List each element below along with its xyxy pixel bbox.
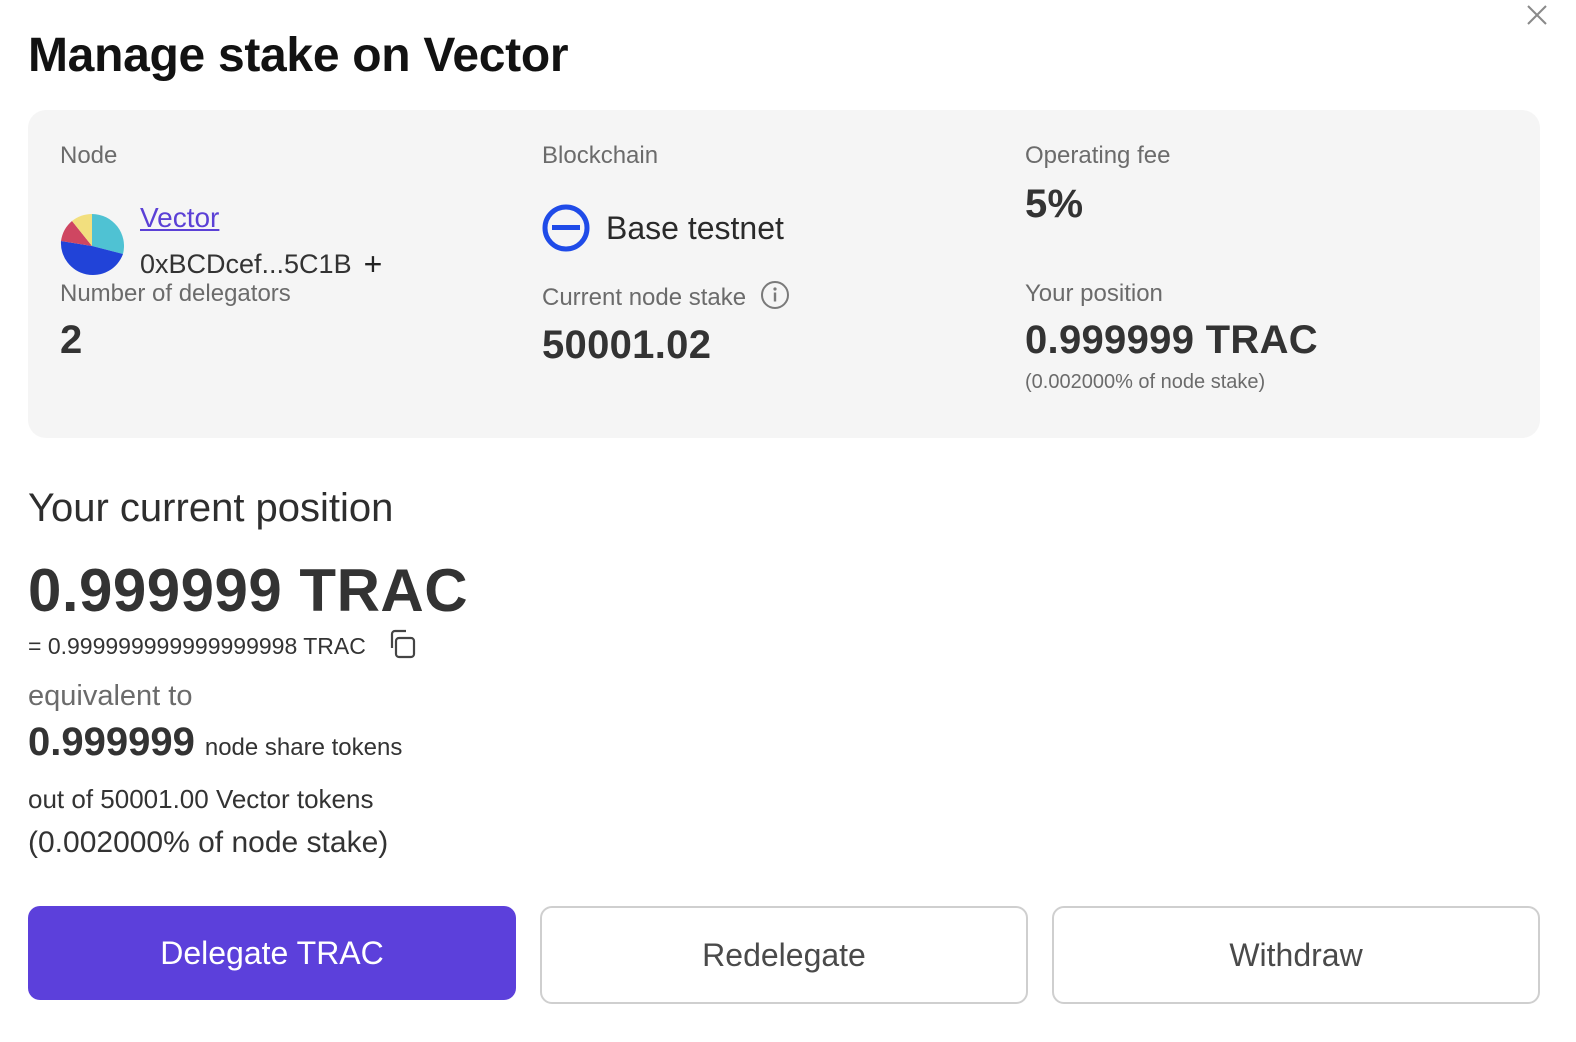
current-stake-cell: Current node stake 50001.02 [542, 280, 982, 380]
percentage-of-stake: (0.002000% of node stake) [28, 826, 389, 859]
base-network-icon [542, 204, 590, 252]
current-stake-value: 50001.02 [542, 323, 712, 367]
close-button[interactable] [1524, 2, 1550, 28]
blockchain-name: Base testnet [606, 209, 784, 246]
delegators-value: 2 [60, 318, 83, 362]
modal-title: Manage stake on Vector [28, 29, 569, 82]
plus-icon[interactable]: + [364, 248, 383, 280]
info-icon[interactable] [760, 280, 790, 317]
your-position-percentage: (0.002000% of node stake) [1025, 371, 1266, 393]
your-position-value: 0.999999 TRAC [1025, 318, 1318, 362]
current-position-title: Your current position [28, 486, 394, 530]
equivalent-label: equivalent to [28, 680, 193, 712]
operating-fee-label: Operating fee [1025, 142, 1171, 169]
node-name-link[interactable]: Vector [140, 202, 219, 234]
withdraw-button[interactable]: Withdraw [1052, 906, 1540, 1004]
share-tokens-row: 0.999999 node share tokens [28, 720, 402, 765]
operating-fee-cell: Operating fee 5% [1025, 142, 1485, 262]
delegators-cell: Number of delegators 2 [60, 280, 500, 380]
close-icon [1527, 5, 1547, 25]
node-cell: Node Vector 0xBCDcef...5C1B + [60, 142, 500, 282]
current-stake-label: Current node stake [542, 283, 747, 311]
node-info-card: Node Vector 0xBCDcef...5C1B + Blockchain… [28, 110, 1540, 438]
exact-value-row: = 0.999999999999999998 TRAC [28, 628, 418, 665]
your-position-cell: Your position 0.999999 TRAC (0.002000% o… [1025, 280, 1505, 410]
blockchain-cell: Blockchain Base testnet [542, 142, 982, 262]
blockchain-label: Blockchain [542, 142, 659, 169]
delegate-button[interactable]: Delegate TRAC [28, 906, 516, 1000]
out-of-tokens: out of 50001.00 Vector tokens [28, 784, 374, 814]
current-position-value: 0.999999 TRAC [28, 557, 469, 624]
node-label: Node [60, 142, 118, 169]
copy-icon[interactable] [386, 628, 418, 665]
exact-position-value: = 0.999999999999999998 TRAC [28, 633, 366, 659]
node-address-row: 0xBCDcef...5C1B + [140, 248, 382, 280]
redelegate-button[interactable]: Redelegate [540, 906, 1028, 1004]
blockchain-row: Base testnet [542, 204, 784, 252]
current-stake-label-row: Current node stake [542, 280, 982, 317]
share-tokens-value: 0.999999 [28, 720, 195, 764]
share-tokens-unit: node share tokens [204, 734, 403, 761]
node-address: 0xBCDcef...5C1B [140, 248, 352, 279]
node-avatar-pie-icon [60, 214, 124, 276]
delegators-label: Number of delegators [60, 280, 291, 307]
operating-fee-value: 5% [1025, 182, 1084, 226]
your-position-label: Your position [1025, 280, 1163, 307]
